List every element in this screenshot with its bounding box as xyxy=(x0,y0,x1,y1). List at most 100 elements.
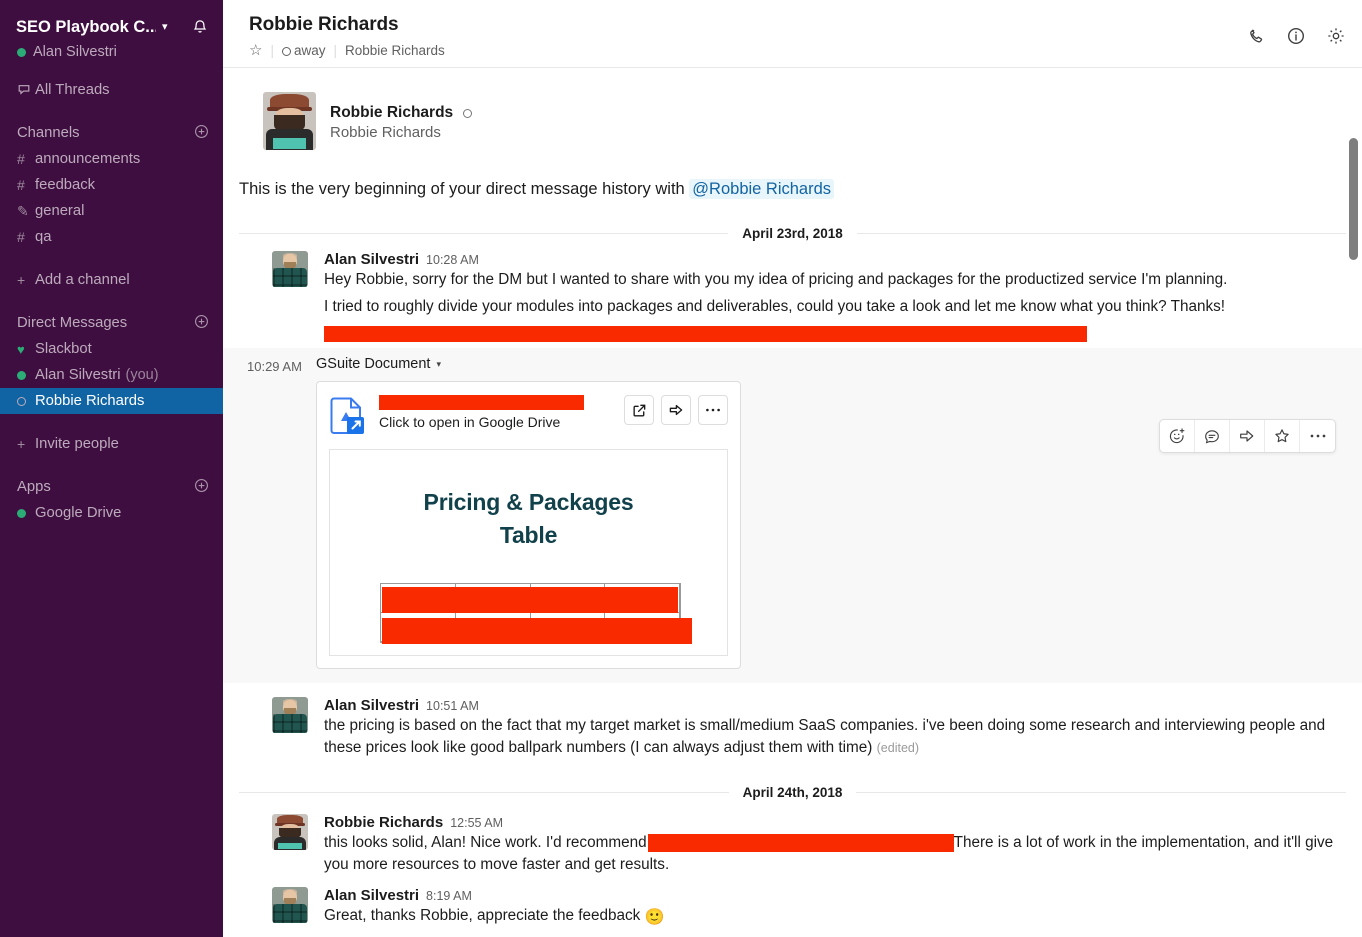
conversation-intro: Robbie Richards Robbie Richards xyxy=(223,68,1362,150)
sidebar-item-general[interactable]: ✎ general xyxy=(0,198,223,224)
call-icon[interactable] xyxy=(1247,27,1266,46)
sidebar-item-invite-people[interactable]: + Invite people xyxy=(0,431,223,457)
pencil-icon: ✎ xyxy=(17,202,29,219)
sidebar-item-alan-silvestri[interactable]: Alan Silvestri (you) xyxy=(0,362,223,388)
hash-icon: # xyxy=(17,229,25,245)
scrollbar-thumb[interactable] xyxy=(1349,138,1358,260)
info-icon[interactable] xyxy=(1286,26,1306,46)
save-item-icon[interactable] xyxy=(1265,420,1300,452)
more-options-icon[interactable] xyxy=(698,395,728,425)
sidebar-item-label: qa xyxy=(35,229,52,245)
apps-section-header[interactable]: Apps xyxy=(0,474,223,500)
intro-display-name[interactable]: Robbie Richards xyxy=(330,104,453,121)
hash-icon: # xyxy=(17,151,25,167)
message-link-redacted xyxy=(324,323,1336,344)
message-timestamp[interactable]: 10:51 AM xyxy=(426,699,479,713)
team-header[interactable]: SEO Playbook C... ▾ xyxy=(0,14,223,40)
sidebar-item-qa[interactable]: # qa xyxy=(0,224,223,250)
attachment-timestamp[interactable]: 10:29 AM xyxy=(247,356,305,669)
avatar[interactable] xyxy=(263,92,316,150)
channels-section-header[interactable]: Channels xyxy=(0,120,223,146)
avatar[interactable] xyxy=(272,251,308,287)
message-item[interactable]: Robbie Richards 12:55 AM this looks soli… xyxy=(223,800,1362,876)
sidebar-item-slackbot[interactable]: ♥ Slackbot xyxy=(0,336,223,362)
preview-title-line-1: Pricing & Packages xyxy=(423,489,634,515)
page-title: Robbie Richards xyxy=(249,14,399,35)
edited-label: (edited) xyxy=(876,741,920,755)
sidebar-item-robbie-richards[interactable]: Robbie Richards xyxy=(0,388,223,414)
message-author[interactable]: Alan Silvestri xyxy=(324,697,419,714)
plus-icon: + xyxy=(17,272,26,288)
status-badge: away xyxy=(281,43,325,58)
intro-handle: Robbie Richards xyxy=(330,124,441,141)
presence-online-icon xyxy=(17,47,26,57)
channels-label: Channels xyxy=(17,125,80,141)
add-dm-plus-icon[interactable] xyxy=(194,314,209,333)
presence-online-icon xyxy=(17,367,32,383)
current-user-name: Alan Silvestri xyxy=(33,44,117,60)
document-preview[interactable]: Pricing & Packages Table xyxy=(329,449,728,656)
presence-away-icon xyxy=(463,109,473,118)
share-message-icon[interactable] xyxy=(1230,420,1265,452)
preview-title-line-2: Table xyxy=(499,522,558,548)
sidebar-item-google-drive[interactable]: Google Drive xyxy=(0,500,223,526)
message-list-scrollbar[interactable] xyxy=(1349,138,1358,933)
all-threads-label: All Threads xyxy=(35,82,110,98)
sidebar: SEO Playbook C... ▾ Alan Silvestri All T… xyxy=(0,0,223,937)
intro-description-text: This is the very beginning of your direc… xyxy=(239,180,685,198)
plus-icon: + xyxy=(17,436,26,452)
notifications-bell-icon[interactable] xyxy=(191,18,209,36)
sidebar-item-all-threads[interactable]: All Threads xyxy=(0,77,223,103)
add-channel-label: Add a channel xyxy=(35,272,130,288)
sidebar-item-announcements[interactable]: # announcements xyxy=(0,146,223,172)
message-timestamp[interactable]: 12:55 AM xyxy=(450,816,503,830)
message-timestamp[interactable]: 8:19 AM xyxy=(426,889,472,903)
attachment-type-row[interactable]: GSuite Document ▾ xyxy=(316,356,1336,372)
message-timestamp[interactable]: 10:28 AM xyxy=(426,253,479,267)
chevron-down-icon[interactable]: ▾ xyxy=(162,21,168,33)
message-item[interactable]: Alan Silvestri 8:19 AM Great, thanks Rob… xyxy=(223,876,1362,929)
avatar[interactable] xyxy=(272,887,308,923)
heart-icon: ♥ xyxy=(17,342,25,357)
message-item[interactable]: Alan Silvestri 10:51 AM the pricing is b… xyxy=(223,683,1362,759)
sidebar-item-label: Slackbot xyxy=(35,341,92,357)
sidebar-item-add-channel[interactable]: + Add a channel xyxy=(0,267,223,293)
start-thread-icon[interactable] xyxy=(1195,420,1230,452)
add-channel-plus-icon[interactable] xyxy=(194,124,209,143)
message-list[interactable]: Robbie Richards Robbie Richards This is … xyxy=(223,68,1362,937)
star-icon[interactable]: ☆ xyxy=(249,41,262,59)
dms-section-header[interactable]: Direct Messages xyxy=(0,310,223,336)
sidebar-item-label: announcements xyxy=(35,151,141,167)
google-docs-icon xyxy=(329,395,367,437)
chevron-down-icon[interactable]: ▾ xyxy=(436,359,441,370)
file-attachment-card[interactable]: Click to open in Google Drive Pricing & … xyxy=(316,381,741,669)
redaction-bar xyxy=(379,395,584,410)
avatar[interactable] xyxy=(272,697,308,733)
team-name: SEO Playbook C... xyxy=(16,17,156,36)
message-author[interactable]: Alan Silvestri xyxy=(324,887,419,904)
sidebar-item-feedback[interactable]: # feedback xyxy=(0,172,223,198)
settings-gear-icon[interactable] xyxy=(1326,26,1346,46)
meta-separator-1: | xyxy=(270,42,274,58)
more-actions-icon[interactable] xyxy=(1300,420,1335,452)
message-hover-toolbar[interactable] xyxy=(1159,419,1336,453)
message-text-line-2: I tried to roughly divide your modules i… xyxy=(324,298,1226,315)
redaction-bar xyxy=(382,618,692,644)
attachment-message-block[interactable]: 10:29 AM GSuite Document ▾ Click to open… xyxy=(223,348,1362,683)
message-text-line-1: Hey Robbie, sorry for the DM but I wante… xyxy=(324,271,1228,288)
conversation-header: Robbie Richards ☆ | away | Robbie Richar… xyxy=(223,0,1362,68)
attachment-type-label: GSuite Document xyxy=(316,356,431,372)
share-icon[interactable] xyxy=(661,395,691,425)
sidebar-item-label: general xyxy=(35,203,85,219)
open-external-icon[interactable] xyxy=(624,395,654,425)
avatar[interactable] xyxy=(272,814,308,850)
message-author[interactable]: Robbie Richards xyxy=(324,814,443,831)
user-mention-link[interactable]: @Robbie Richards xyxy=(689,179,835,199)
presence-away-icon xyxy=(17,393,32,409)
add-reaction-icon[interactable] xyxy=(1160,420,1195,452)
current-user-presence[interactable]: Alan Silvestri xyxy=(0,40,223,60)
attachment-subtitle[interactable]: Click to open in Google Drive xyxy=(379,414,616,430)
add-app-plus-icon[interactable] xyxy=(194,478,209,497)
message-item[interactable]: Alan Silvestri 10:28 AM Hey Robbie, sorr… xyxy=(223,241,1362,344)
message-author[interactable]: Alan Silvestri xyxy=(324,251,419,268)
